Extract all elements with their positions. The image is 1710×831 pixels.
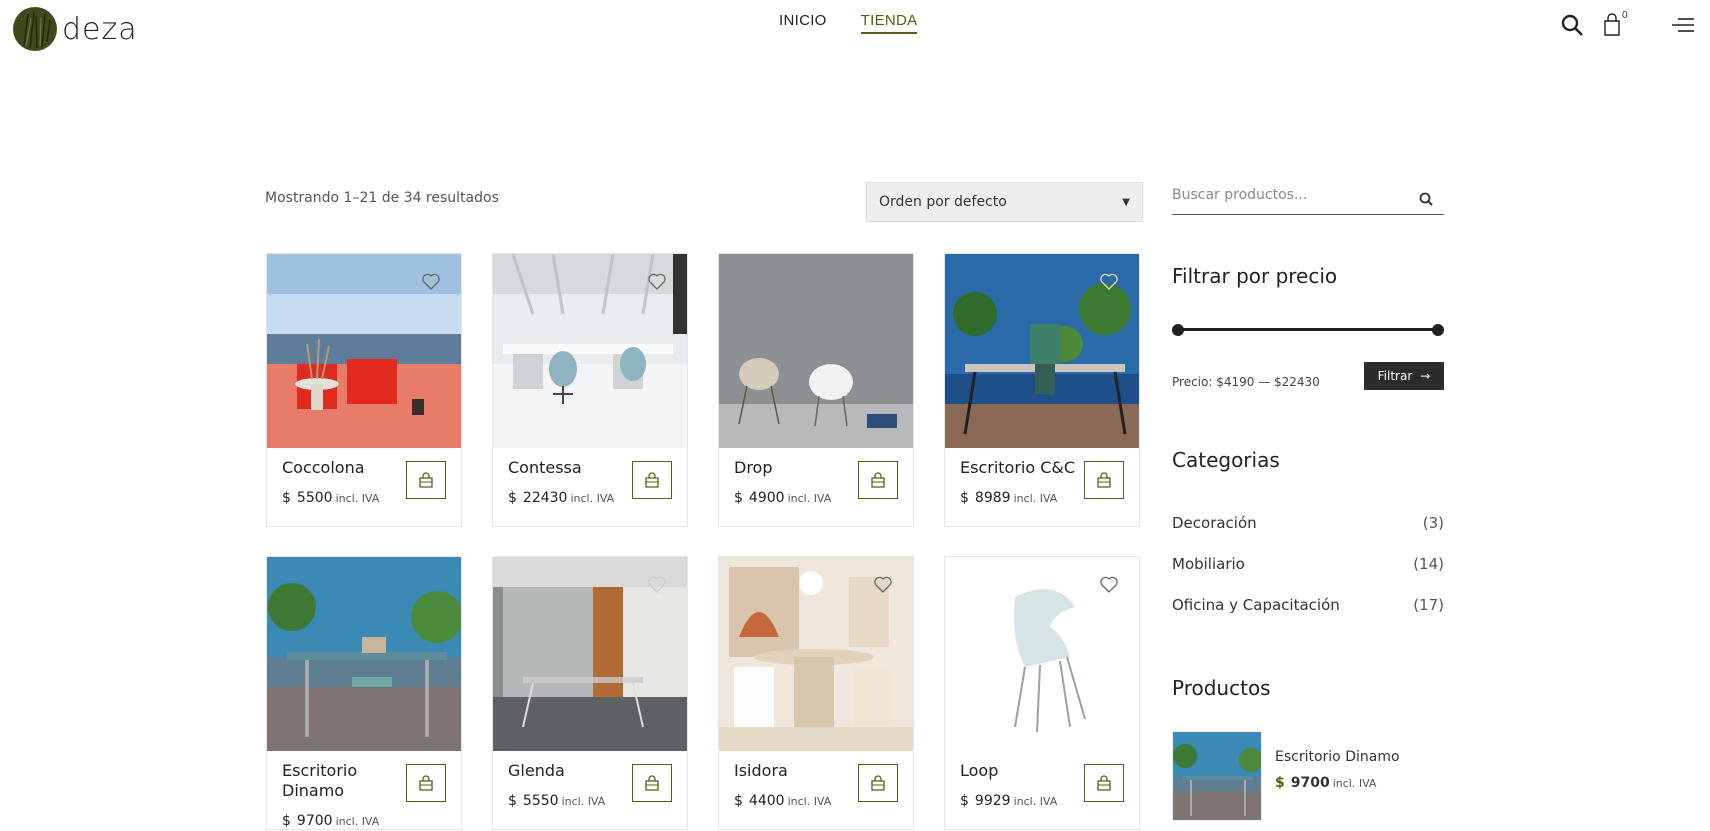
product-name[interactable]: Coccolona: [282, 458, 402, 478]
category-item-decoracion[interactable]: Decoración (3): [1172, 514, 1444, 532]
product-card[interactable]: Glenda $5550 incl. IVA: [492, 556, 688, 830]
product-price: $22430 incl. IVA: [508, 490, 615, 506]
heart-icon[interactable]: [1099, 575, 1119, 595]
heart-icon[interactable]: [421, 272, 441, 292]
product-card[interactable]: Escritorio C&C $8989 incl. IVA: [944, 253, 1140, 527]
price-range-slider[interactable]: [1172, 324, 1444, 336]
header-actions: 0: [1550, 10, 1710, 42]
add-to-cart-button[interactable]: [858, 764, 898, 802]
search-icon[interactable]: [1560, 12, 1586, 38]
product-card[interactable]: Contessa $22430 incl. IVA: [492, 253, 688, 527]
bag-icon: [871, 472, 885, 488]
product-price: $4900 incl. IVA: [734, 490, 832, 506]
products-widget-title: Productos: [1172, 676, 1271, 700]
sort-selected-value: Orden por defecto: [879, 194, 1007, 210]
product-price: $4400 incl. IVA: [734, 793, 832, 809]
product-price: $9700 incl. IVA: [282, 813, 380, 829]
logo-mark-icon: [13, 7, 57, 51]
product-widget-name[interactable]: Escritorio Dinamo: [1275, 749, 1400, 765]
category-item-mobiliario[interactable]: Mobiliario (14): [1172, 555, 1444, 573]
filter-button[interactable]: Filtrar →: [1364, 362, 1444, 390]
bag-icon: [645, 775, 659, 791]
bag-icon: [1097, 775, 1111, 791]
heart-icon[interactable]: [647, 272, 667, 292]
heart-icon[interactable]: [1099, 272, 1119, 292]
heart-icon[interactable]: [647, 575, 667, 595]
product-card[interactable]: Escritorio Dinamo $9700 incl. IVA: [266, 556, 462, 830]
price-filter-title: Filtrar por precio: [1172, 264, 1338, 288]
add-to-cart-button[interactable]: [632, 764, 672, 802]
main-nav: INICIO TIENDA: [779, 12, 918, 34]
slider-track: [1178, 328, 1438, 331]
logo-text: deza: [62, 11, 138, 47]
slider-max-handle[interactable]: [1432, 324, 1444, 336]
category-count: (14): [1413, 555, 1444, 573]
product-card[interactable]: Isidora $4400 incl. IVA: [718, 556, 914, 830]
product-name[interactable]: Drop: [734, 458, 854, 478]
product-card[interactable]: Loop $9929 incl. IVA: [944, 556, 1140, 830]
heart-icon[interactable]: [873, 575, 893, 595]
product-name[interactable]: Loop: [960, 761, 1080, 781]
arrow-right-icon: →: [1420, 369, 1431, 383]
nav-inicio[interactable]: INICIO: [779, 12, 827, 34]
filter-button-label: Filtrar: [1377, 369, 1413, 383]
bag-icon: [419, 472, 433, 488]
category-item-oficina[interactable]: Oficina y Capacitación (17): [1172, 596, 1444, 614]
result-count: Mostrando 1–21 de 34 resultados: [265, 190, 499, 206]
product-card[interactable]: Drop $4900 incl. IVA: [718, 253, 914, 527]
category-label[interactable]: Oficina y Capacitación: [1172, 596, 1340, 614]
product-card[interactable]: Coccolona $5500 incl. IVA: [266, 253, 462, 527]
add-to-cart-button[interactable]: [406, 764, 446, 802]
categories-title: Categorias: [1172, 448, 1280, 472]
cart-count-badge: 0: [1622, 10, 1628, 21]
bag-icon: [1097, 472, 1111, 488]
product-price: $5550 incl. IVA: [508, 793, 606, 809]
product-image[interactable]: [719, 254, 913, 448]
product-widget-price: $9700 incl. IVA: [1275, 775, 1377, 791]
category-count: (3): [1422, 514, 1444, 532]
slider-min-handle[interactable]: [1172, 324, 1184, 336]
products-widget-item[interactable]: Escritorio Dinamo $9700 incl. IVA: [1172, 731, 1444, 821]
product-search[interactable]: Buscar productos...: [1172, 183, 1444, 215]
nav-tienda[interactable]: TIENDA: [860, 12, 918, 34]
product-name[interactable]: Contessa: [508, 458, 628, 478]
product-name[interactable]: Glenda: [508, 761, 628, 781]
chevron-down-icon: ▼: [1122, 196, 1130, 208]
product-price: $9929 incl. IVA: [960, 793, 1058, 809]
bag-icon: [645, 472, 659, 488]
product-name[interactable]: Isidora: [734, 761, 854, 781]
search-input[interactable]: Buscar productos...: [1172, 187, 1307, 203]
product-thumbnail[interactable]: [1172, 731, 1262, 821]
category-label[interactable]: Mobiliario: [1172, 555, 1245, 573]
add-to-cart-button[interactable]: [1084, 764, 1124, 802]
product-price: $5500 incl. IVA: [282, 490, 380, 506]
add-to-cart-button[interactable]: [1084, 461, 1124, 499]
menu-icon[interactable]: [1670, 12, 1696, 38]
category-count: (17): [1413, 596, 1444, 614]
add-to-cart-button[interactable]: [632, 461, 672, 499]
site-header: deza INICIO TIENDA 0: [0, 0, 1710, 60]
add-to-cart-button[interactable]: [406, 461, 446, 499]
bag-icon: [419, 775, 433, 791]
product-price: $8989 incl. IVA: [960, 490, 1058, 506]
add-to-cart-button[interactable]: [858, 461, 898, 499]
sort-select[interactable]: Orden por defecto ▼: [866, 182, 1143, 222]
logo[interactable]: deza: [12, 6, 138, 52]
bag-icon: [871, 775, 885, 791]
price-range-label: Precio: $4190 — $22430: [1172, 375, 1320, 389]
product-image[interactable]: [267, 557, 461, 751]
product-name[interactable]: Escritorio Dinamo: [282, 761, 402, 801]
product-name[interactable]: Escritorio C&C: [960, 458, 1100, 478]
category-label[interactable]: Decoración: [1172, 514, 1257, 532]
search-icon[interactable]: [1418, 191, 1434, 207]
